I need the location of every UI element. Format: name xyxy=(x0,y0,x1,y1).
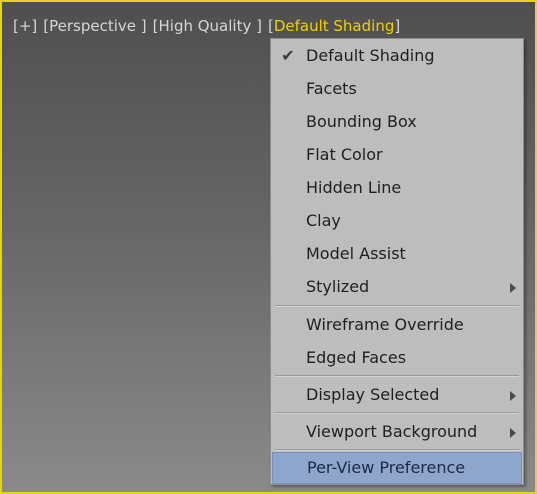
menu-separator xyxy=(275,305,519,307)
menu-item-stylized[interactable]: Stylized xyxy=(272,271,522,303)
menu-item-label: Bounding Box xyxy=(306,112,417,131)
menu-item-label: Flat Color xyxy=(306,145,383,164)
submenu-arrow-icon xyxy=(510,428,516,438)
viewport-plus-menu[interactable]: [+] xyxy=(13,17,37,35)
menu-separator xyxy=(275,375,519,377)
menu-item-display-selected[interactable]: Display Selected xyxy=(272,379,522,411)
viewport-shading-label[interactable]: [Default Shading] xyxy=(268,17,400,35)
shading-label-close-bracket: ] xyxy=(394,17,401,35)
menu-item-model-assist[interactable]: Model Assist xyxy=(272,238,522,270)
checkmark-icon: ✔ xyxy=(281,46,295,65)
viewport-label-bar: [+] [Perspective ] [High Quality ] [Defa… xyxy=(13,16,400,36)
menu-item-label: Stylized xyxy=(306,277,370,296)
menu-item-label: Default Shading xyxy=(306,46,435,65)
menu-item-label: Viewport Background xyxy=(306,422,478,441)
menu-item-bounding-box[interactable]: Bounding Box xyxy=(272,106,522,138)
menu-item-label: Edged Faces xyxy=(306,348,407,367)
menu-item-label: Per-View Preference xyxy=(307,458,466,477)
viewport-point-of-view-label[interactable]: [Perspective ] xyxy=(43,17,146,35)
menu-item-label: Wireframe Override xyxy=(306,315,464,334)
submenu-arrow-icon xyxy=(510,391,516,401)
menu-item-clay[interactable]: Clay xyxy=(272,205,522,237)
viewport[interactable]: [+] [Perspective ] [High Quality ] [Defa… xyxy=(0,0,537,494)
menu-item-label: Facets xyxy=(306,79,357,98)
menu-item-hidden-line[interactable]: Hidden Line xyxy=(272,172,522,204)
menu-item-default-shading[interactable]: ✔ Default Shading xyxy=(272,40,522,72)
menu-item-viewport-background[interactable]: Viewport Background xyxy=(272,416,522,448)
viewport-quality-label[interactable]: [High Quality ] xyxy=(153,17,262,35)
menu-item-per-view-preference[interactable]: Per-View Preference xyxy=(272,452,522,484)
menu-item-label: Model Assist xyxy=(306,244,406,263)
menu-item-edged-faces[interactable]: Edged Faces xyxy=(272,342,522,374)
menu-item-facets[interactable]: Facets xyxy=(272,73,522,105)
menu-item-label: Hidden Line xyxy=(306,178,402,197)
submenu-arrow-icon xyxy=(510,283,516,293)
menu-item-label: Display Selected xyxy=(306,385,440,404)
menu-separator xyxy=(275,449,519,451)
shading-label-text: Default Shading xyxy=(273,17,395,35)
shading-dropdown-menu: ✔ Default Shading Facets Bounding Box Fl… xyxy=(270,38,524,485)
menu-separator xyxy=(275,412,519,414)
menu-item-label: Clay xyxy=(306,211,341,230)
menu-item-flat-color[interactable]: Flat Color xyxy=(272,139,522,171)
menu-item-wireframe-override[interactable]: Wireframe Override xyxy=(272,309,522,341)
